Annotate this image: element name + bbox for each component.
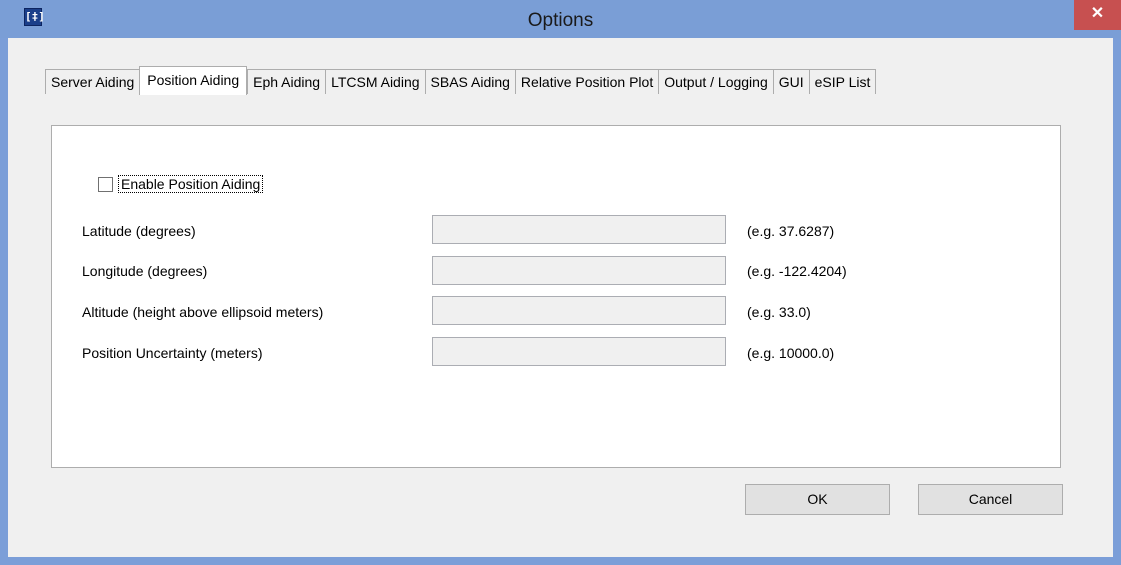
altitude-input[interactable] — [432, 296, 726, 325]
position-uncertainty-label: Position Uncertainty (meters) — [82, 345, 263, 361]
ok-button[interactable]: OK — [745, 484, 890, 515]
close-icon: ✕ — [1090, 5, 1105, 22]
title-bar[interactable]: [‡] Options ✕ — [0, 0, 1121, 38]
position-uncertainty-input[interactable] — [432, 337, 726, 366]
tab-esip-list[interactable]: eSIP List — [808, 69, 877, 94]
close-button[interactable]: ✕ — [1074, 0, 1121, 30]
cancel-button[interactable]: Cancel — [918, 484, 1063, 515]
altitude-hint: (e.g. 33.0) — [747, 304, 811, 320]
tab-relative-position-plot[interactable]: Relative Position Plot — [514, 69, 659, 94]
enable-position-aiding-checkbox[interactable] — [98, 176, 113, 192]
tab-eph-aiding[interactable]: Eph Aiding — [247, 69, 326, 94]
tab-server-aiding[interactable]: Server Aiding — [45, 69, 140, 94]
longitude-input[interactable] — [432, 256, 726, 285]
latitude-input[interactable] — [432, 215, 726, 244]
enable-position-aiding-row[interactable]: Enable Position Aiding — [98, 175, 264, 193]
latitude-label: Latitude (degrees) — [82, 223, 196, 239]
options-dialog: [‡] Options ✕ Server Aiding Position Aid… — [0, 0, 1121, 565]
window-title: Options — [527, 10, 594, 31]
tab-ltcsm-aiding[interactable]: LTCSM Aiding — [325, 69, 425, 94]
tab-sbas-aiding[interactable]: SBAS Aiding — [424, 69, 515, 94]
latitude-hint: (e.g. 37.6287) — [747, 223, 835, 239]
longitude-hint: (e.g. -122.4204) — [747, 263, 847, 279]
tab-gui[interactable]: GUI — [772, 69, 809, 94]
longitude-label: Longitude (degrees) — [82, 263, 208, 279]
tab-output-logging[interactable]: Output / Logging — [658, 69, 773, 94]
position-uncertainty-hint: (e.g. 10000.0) — [747, 345, 835, 361]
altitude-label: Altitude (height above ellipsoid meters) — [82, 304, 324, 320]
tab-bar: Server Aiding Position Aiding Eph Aiding… — [45, 56, 877, 95]
enable-position-aiding-label[interactable]: Enable Position Aiding — [118, 175, 264, 193]
tab-position-aiding[interactable]: Position Aiding — [139, 66, 248, 95]
